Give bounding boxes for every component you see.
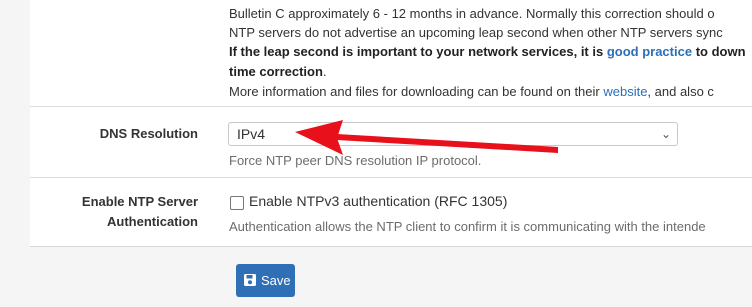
save-disk-icon [244, 274, 256, 286]
ntp-auth-row: Enable NTP Server Authentication Enable … [30, 178, 752, 246]
ntp-auth-checkbox-label[interactable]: Enable NTPv3 authentication (RFC 1305) [249, 193, 507, 209]
ntp-auth-checkbox[interactable] [230, 196, 244, 210]
website-link[interactable]: website [603, 84, 647, 99]
time-correction-text: time correction [229, 64, 323, 79]
leap-seconds-row: Bulletin C approximately 6 - 12 months i… [30, 0, 752, 107]
leap-info-bold-tail: to down [692, 44, 746, 59]
chevron-down-icon: ⌄ [660, 127, 671, 141]
dns-resolution-row: DNS Resolution IPv4 ⌄ Force NTP peer DNS… [30, 107, 752, 178]
leap-info-line-3: If the leap second is important to your … [229, 43, 746, 61]
leap-info-line-2: NTP servers do not advertise an upcoming… [229, 25, 723, 40]
leap-info-bold-text: If the leap second is important to your … [229, 44, 607, 59]
leap-info-line-5: More information and files for downloadi… [229, 83, 714, 101]
dns-resolution-selected-value: IPv4 [237, 126, 266, 142]
leap-info-line-4: time correction. [229, 63, 327, 81]
save-button[interactable]: Save [236, 264, 295, 297]
dns-resolution-label: DNS Resolution [99, 126, 198, 141]
settings-panel: Bulletin C approximately 6 - 12 months i… [30, 0, 752, 247]
dns-resolution-help: Force NTP peer DNS resolution IP protoco… [229, 153, 482, 168]
more-info-text: More information and files for downloadi… [229, 84, 604, 99]
leap-info-line-4-tail: . [322, 64, 327, 79]
save-button-label: Save [261, 273, 291, 288]
ntp-auth-label-line-2: Authentication [107, 214, 198, 229]
good-practice-link[interactable]: good practice [607, 44, 692, 59]
ntp-auth-label-line-1: Enable NTP Server [81, 194, 198, 209]
leap-info-line-1: Bulletin C approximately 6 - 12 months i… [229, 6, 715, 21]
more-info-tail: , and also c [647, 84, 714, 99]
dns-resolution-select[interactable]: IPv4 ⌄ [228, 122, 678, 146]
ntp-auth-help: Authentication allows the NTP client to … [229, 219, 706, 234]
